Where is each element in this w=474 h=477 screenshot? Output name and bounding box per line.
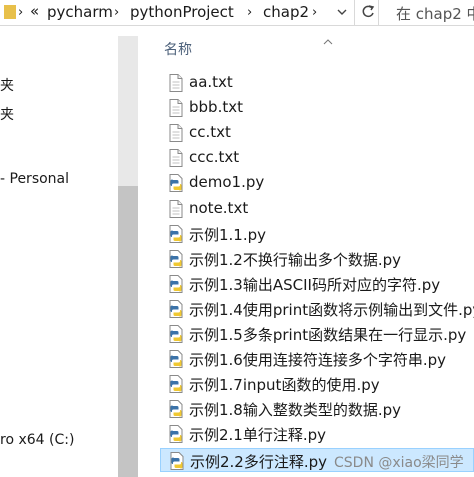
- file-name: 示例1.3输出ASCII码所对应的字符.py: [189, 275, 441, 294]
- nav-item-drive-c[interactable]: ro x64 (C:): [0, 432, 74, 448]
- file-name: 示例1.4使用print函数将示例输出到文件.py: [189, 300, 474, 319]
- file-row[interactable]: 示例1.1.py: [160, 222, 474, 246]
- python-file-icon: [169, 224, 183, 243]
- watermark: CSDN @xiao梁同学: [334, 455, 464, 471]
- python-file-icon: [169, 350, 183, 369]
- text-file-icon: [169, 99, 183, 118]
- file-row[interactable]: 示例2.1单行注释.py: [160, 422, 474, 446]
- file-row[interactable]: 示例1.2不换行输出多个数据.py: [160, 247, 474, 271]
- nav-item-folder[interactable]: 夹: [0, 104, 14, 124]
- file-row[interactable]: ccc.txt: [160, 146, 474, 170]
- file-name: 示例1.8输入整数类型的数据.py: [189, 401, 402, 420]
- python-file-icon: [170, 451, 184, 470]
- file-name: cc.txt: [189, 123, 231, 142]
- file-name: demo1.py: [189, 173, 265, 192]
- column-header-name[interactable]: 名称: [164, 39, 192, 59]
- file-row[interactable]: note.txt: [160, 197, 474, 221]
- python-file-icon: [169, 375, 183, 394]
- text-file-icon: [169, 199, 183, 218]
- file-name: 示例1.1.py: [189, 225, 267, 244]
- search-placeholder: 在 chap2 中: [396, 5, 474, 23]
- text-file-icon: [169, 124, 183, 143]
- refresh-icon: [362, 5, 375, 18]
- python-file-icon: [169, 299, 183, 318]
- python-file-icon: [169, 400, 183, 419]
- search-input[interactable]: 在 chap2 中: [380, 0, 474, 25]
- text-file-icon: [169, 74, 183, 92]
- breadcrumb[interactable]: › « pycharm › pythonProject › chap2 ›: [0, 0, 355, 25]
- file-row[interactable]: 示例1.3输出ASCII码所对应的字符.py: [160, 272, 474, 296]
- python-file-icon: [169, 325, 183, 343]
- file-name: 示例1.2不换行输出多个数据.py: [189, 250, 402, 269]
- refresh-button[interactable]: [357, 0, 379, 25]
- nav-item-onedrive-personal[interactable]: - Personal: [0, 171, 69, 187]
- file-row[interactable]: 示例1.6使用连接符连接多个字符串.py: [160, 347, 474, 371]
- file-name: 示例1.7input函数的使用.py: [189, 376, 380, 395]
- file-row[interactable]: cc.txt: [160, 121, 474, 145]
- file-name: 示例1.5多条print函数结果在一行显示.py: [189, 326, 467, 344]
- file-row[interactable]: 示例1.4使用print函数将示例输出到文件.py: [160, 297, 474, 321]
- file-row[interactable]: 示例1.5多条print函数结果在一行显示.py: [160, 322, 474, 346]
- breadcrumb-chevron-icon: ›: [312, 5, 318, 20]
- file-name: note.txt: [189, 198, 249, 217]
- file-row[interactable]: 示例1.7input函数的使用.py: [160, 372, 474, 396]
- python-file-icon: [169, 274, 183, 293]
- folder-icon-fragment: [4, 1, 18, 25]
- breadcrumb-chevron-icon: ›: [18, 5, 24, 20]
- python-file-icon: [169, 174, 183, 193]
- scrollbar-thumb[interactable]: [118, 186, 138, 477]
- python-file-icon: [169, 249, 183, 268]
- file-name: bbb.txt: [189, 98, 243, 117]
- breadcrumb-item-chap2[interactable]: chap2: [263, 3, 309, 21]
- address-dropdown-chevron-icon[interactable]: [335, 4, 349, 20]
- file-name: 示例2.2多行注释.py: [190, 452, 328, 471]
- file-row[interactable]: bbb.txt: [160, 96, 474, 120]
- python-file-icon: [169, 425, 183, 444]
- sort-ascending-icon[interactable]: [323, 30, 333, 45]
- file-name: 示例1.6使用连接符连接多个字符串.py: [189, 351, 447, 370]
- file-row[interactable]: aa.txt: [160, 71, 474, 95]
- nav-scrollbar[interactable]: [118, 36, 138, 477]
- file-name: aa.txt: [189, 73, 233, 91]
- breadcrumb-chevron-icon: ›: [114, 5, 120, 20]
- breadcrumb-item-pycharm[interactable]: pycharm: [47, 3, 113, 21]
- file-row[interactable]: demo1.py: [160, 171, 474, 195]
- nav-item-folder[interactable]: 夹: [0, 75, 14, 95]
- text-file-icon: [169, 149, 183, 168]
- breadcrumb-chevron-icon: ›: [247, 5, 253, 20]
- file-row[interactable]: 示例1.8输入整数类型的数据.py: [160, 397, 474, 421]
- breadcrumb-item-pythonproject[interactable]: pythonProject: [130, 3, 234, 21]
- file-name: 示例2.1单行注释.py: [189, 426, 327, 445]
- breadcrumb-overflow[interactable]: «: [30, 2, 39, 20]
- file-name: ccc.txt: [189, 148, 240, 167]
- address-bar: › « pycharm › pythonProject › chap2 › 在 …: [0, 0, 474, 26]
